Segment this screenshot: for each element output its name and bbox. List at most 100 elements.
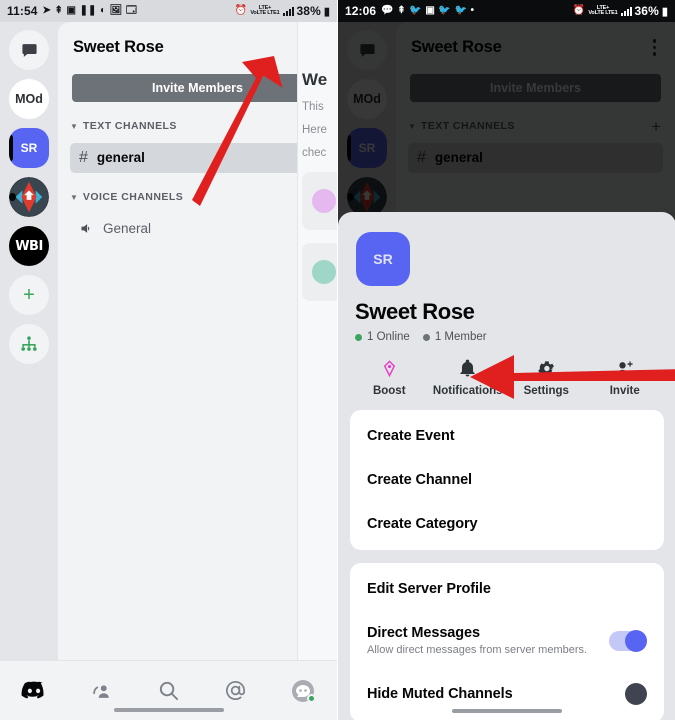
message-icon: 💬 [381,5,394,16]
channel-name: General [103,221,152,236]
welcome-card-1[interactable] [302,172,337,230]
channel-item-general-text[interactable]: # general [70,142,325,173]
menu-item-create-category[interactable]: Create Category [350,502,664,546]
server-rail-right: MOd SR [338,22,396,217]
server-rail-item-sweet-rose[interactable]: SR [9,128,49,168]
signal-bars-icon [620,6,632,16]
channel-item-general-text: # general [408,142,663,173]
at-mention-icon [226,681,246,700]
action-notifications[interactable]: Notifications [429,359,508,397]
section-header-voice-channels[interactable]: ▼ VOICE CHANNELS + [58,173,337,211]
server-rail-item-mod[interactable]: MOd [9,79,49,119]
tab-servers[interactable] [0,681,67,701]
screenshot-root: 11:54 ➤ ⇞ ▣ ❚❚ ◐ 🖼 🗔 ⏰ LTE+ VoLTE LTE1 38… [0,0,675,720]
action-label: Invite [609,385,640,397]
section-header-text-channels[interactable]: ▼ TEXT CHANNELS + [58,102,337,140]
tab-profile[interactable] [270,679,337,703]
server-initials: MOd [353,92,381,106]
section-label: TEXT CHANNELS [82,120,177,132]
action-label: Notifications [432,385,503,397]
right-panel-after: 12:06 💬 ⇞ 🐦 ▣ 🐦 🐦 • ⏰ LTE+ VoLTE LTE1 36%… [337,0,675,720]
server-rail-item-direct-messages[interactable] [9,30,49,70]
welcome-card-2[interactable] [302,243,337,301]
menu-item-label: Create Event [367,428,455,444]
action-settings[interactable]: Settings [507,359,586,397]
server-rail-item-add-server[interactable]: + [9,275,49,315]
window-icon: 🗔 [125,5,137,16]
alarm-icon: ⏰ [572,5,586,16]
online-status-dot [307,693,317,703]
section-label: VOICE CHANNELS [82,191,184,203]
alarm-icon: ⏰ [234,5,248,16]
menu-item-description: Allow direct messages from server member… [367,644,588,656]
server-rail-left: MOd SR WBI + [0,22,58,660]
server-rail-item-direct-messages [347,30,387,70]
channel-item-general-voice[interactable]: General [70,214,325,244]
contact-icon: ▣ [425,5,435,16]
hide-muted-channels-toggle[interactable] [609,683,647,705]
server-initials: SR [358,141,376,155]
bell-icon [460,359,475,377]
menu-item-direct-messages[interactable]: Direct Messages Allow direct messages fr… [350,611,664,670]
boost-diamond-icon [383,360,395,378]
card-icon [312,189,336,213]
image-icon: 🖼 [109,5,123,16]
invite-members-button[interactable]: Invite Members [72,73,323,102]
channel-name: general [96,150,145,165]
network-label: LTE+ VoLTE LTE1 [250,4,280,16]
server-initials: SR [20,141,38,155]
app-icon-1: ▣ [66,5,77,16]
menu-item-label: Hide Muted Channels [367,686,513,702]
tab-search[interactable] [135,679,202,702]
upload-icon: ⇞ [397,5,406,16]
app-icon-2: ◐ [100,5,107,16]
row-text: Direct Messages Allow direct messages fr… [367,625,587,656]
speaker-icon [79,221,94,236]
server-title: Sweet Rose [411,37,502,56]
server-rail-item-home-emblem [347,177,387,217]
menu-item-create-channel[interactable]: Create Channel [350,458,664,502]
server-rail-item-home-emblem[interactable] [9,177,49,217]
invite-members-button: Invite Members [410,73,661,102]
discord-app-right-behind: MOd SR Sweet Rose Invite Members ▼ TEXT … [338,22,675,217]
menu-item-edit-server-profile[interactable]: Edit Server Profile [350,567,664,611]
status-system-icons: ⏰ LTE+ VoLTE LTE1 36% ▮ [573,4,668,18]
battery-icon: ▮ [661,5,668,18]
menu-item-label: Create Channel [367,472,472,488]
add-person-icon [617,361,633,375]
action-boost[interactable]: Boost [350,359,429,397]
left-panel-before: 11:54 ➤ ⇞ ▣ ❚❚ ◐ 🖼 🗔 ⏰ LTE+ VoLTE LTE1 38… [0,0,337,720]
explore-compass-icon [21,336,37,351]
status-notification-icons: 💬 ⇞ 🐦 ▣ 🐦 🐦 • [381,6,474,16]
chat-bubble-icon [359,43,375,57]
selected-pill [9,134,13,162]
sidebar-header: Sweet Rose [396,22,675,70]
sheet-server-name: Sweet Rose [355,299,475,324]
action-invite[interactable]: Invite [586,359,665,397]
discord-logo-icon [21,681,44,698]
upload-icon: ⇞ [54,5,63,16]
channel-sidebar-left: Sweet Rose Invite Members ▼ TEXT CHANNEL… [58,22,337,660]
hash-icon: # [417,148,426,166]
status-time: 11:54 [7,4,38,18]
server-rail-item-explore[interactable] [9,324,49,364]
network-label: LTE+ VoLTE LTE1 [588,4,618,16]
server-rail-item-wbi[interactable]: WBI [9,226,49,266]
action-label: Boost [372,385,406,397]
add-text-channel-icon: + [651,116,661,136]
server-initials: WBI [15,238,43,254]
menu-item-create-event[interactable]: Create Event [350,414,664,458]
direct-messages-toggle[interactable] [609,629,647,652]
channel-name: general [434,150,483,165]
tab-mentions[interactable] [202,679,269,702]
twitter-icon-1: 🐦 [409,5,422,16]
pause-icon: ❚❚ [79,5,97,16]
unread-pill [347,193,354,201]
more-dot-icon: • [470,5,475,16]
create-menu-card: Create Event Create Channel Create Categ… [350,410,664,550]
status-bar-left: 11:54 ➤ ⇞ ▣ ❚❚ ◐ 🖼 🗔 ⏰ LTE+ VoLTE LTE1 38… [0,0,337,22]
selected-pill [347,134,351,162]
tab-friends[interactable] [67,680,134,702]
server-rail-item-sweet-rose: SR [347,128,387,168]
unread-pill [9,193,16,201]
